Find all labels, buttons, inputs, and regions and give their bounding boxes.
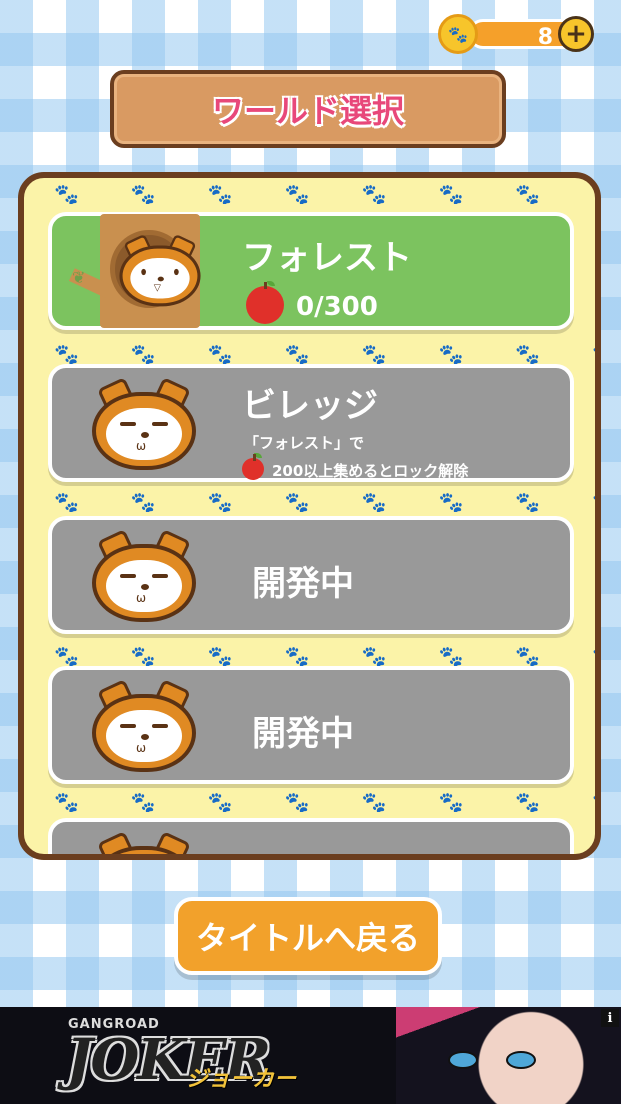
ad-character-image — [396, 1007, 621, 1104]
world-card-in-development[interactable]: ω 開発中 — [48, 516, 574, 634]
ad-info-icon[interactable]: i — [601, 1009, 619, 1027]
coin-counter: 8 🐾 + — [438, 14, 594, 54]
world-name: 開発中 — [252, 714, 354, 754]
apple-progress: 0/300 — [296, 292, 378, 322]
raccoon-icon: ▽ — [119, 233, 201, 307]
world-list-panel[interactable]: 🐾🐾🐾🐾🐾🐾🐾🐾 🐾🐾🐾🐾🐾🐾🐾🐾 🐾🐾🐾🐾🐾🐾🐾🐾 🐾🐾🐾🐾🐾🐾🐾🐾 🐾🐾🐾🐾… — [18, 172, 601, 860]
apple-icon — [246, 281, 284, 324]
paw-pattern: 🐾🐾🐾🐾🐾🐾🐾🐾 — [54, 182, 595, 204]
back-button-label: タイトルへ戻る — [195, 919, 420, 957]
world-name: 開発中 — [252, 564, 354, 604]
paw-pattern: 🐾🐾🐾🐾🐾🐾🐾🐾 — [54, 644, 595, 666]
raccoon-icon: ω — [92, 529, 196, 622]
ad-banner[interactable]: GANGROAD JOKER ジョーカー i — [0, 1007, 621, 1104]
unlock-condition: 「フォレスト」で — [244, 434, 365, 452]
coin-count: 8 — [537, 25, 553, 50]
apple-icon — [242, 453, 264, 480]
world-card-village[interactable]: ω ビレッジ 「フォレスト」で 200以上集めるとロック解除 — [48, 364, 574, 482]
world-card-forest[interactable]: ❦ ▽ フォレスト 0/300 — [48, 212, 574, 330]
world-card-in-development[interactable]: ω 開発中 — [48, 666, 574, 784]
paw-coin-icon: 🐾 — [438, 14, 478, 54]
back-to-title-button[interactable]: タイトルへ戻る — [174, 897, 442, 975]
world-name: フォレスト — [242, 238, 412, 278]
page-title: ワールド選択 — [211, 92, 404, 130]
world-card-partial[interactable]: ω — [48, 818, 574, 854]
title-board: ワールド選択 — [110, 70, 506, 148]
raccoon-icon: ω — [92, 377, 196, 470]
add-coins-button[interactable]: + — [558, 16, 594, 52]
unlock-condition: 200以上集めるとロック解除 — [272, 462, 469, 480]
paw-pattern: 🐾🐾🐾🐾🐾🐾🐾🐾 — [54, 490, 595, 512]
ad-kana-text: ジョーカー — [186, 1067, 297, 1092]
paw-pattern: 🐾🐾🐾🐾🐾🐾🐾🐾 — [54, 790, 595, 812]
raccoon-icon: ω — [92, 831, 196, 854]
raccoon-icon: ω — [92, 679, 196, 772]
paw-pattern: 🐾🐾🐾🐾🐾🐾🐾🐾 — [54, 342, 595, 364]
world-name: ビレッジ — [242, 386, 378, 426]
